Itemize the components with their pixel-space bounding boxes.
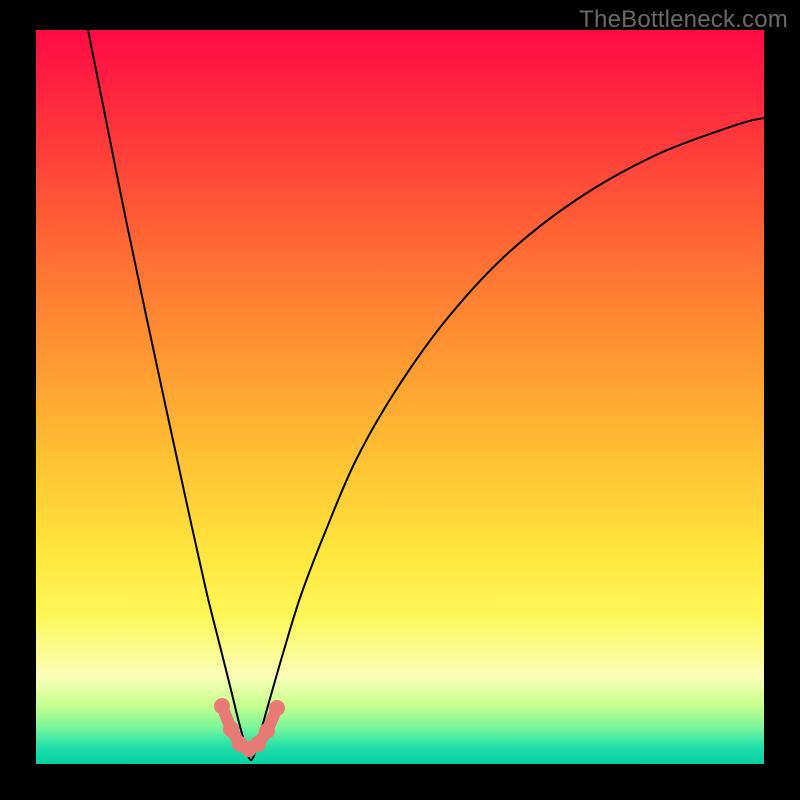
watermark-text: TheBottleneck.com <box>579 6 788 34</box>
highlight-dot <box>259 723 275 739</box>
highlight-dot <box>250 736 266 752</box>
chart-svg <box>36 30 764 764</box>
highlight-dot <box>223 721 239 737</box>
outer-frame: TheBottleneck.com <box>0 0 800 800</box>
bottleneck-curve <box>88 30 764 760</box>
plot-area <box>36 30 764 764</box>
highlight-dot <box>269 700 285 716</box>
highlight-dot <box>214 698 230 714</box>
